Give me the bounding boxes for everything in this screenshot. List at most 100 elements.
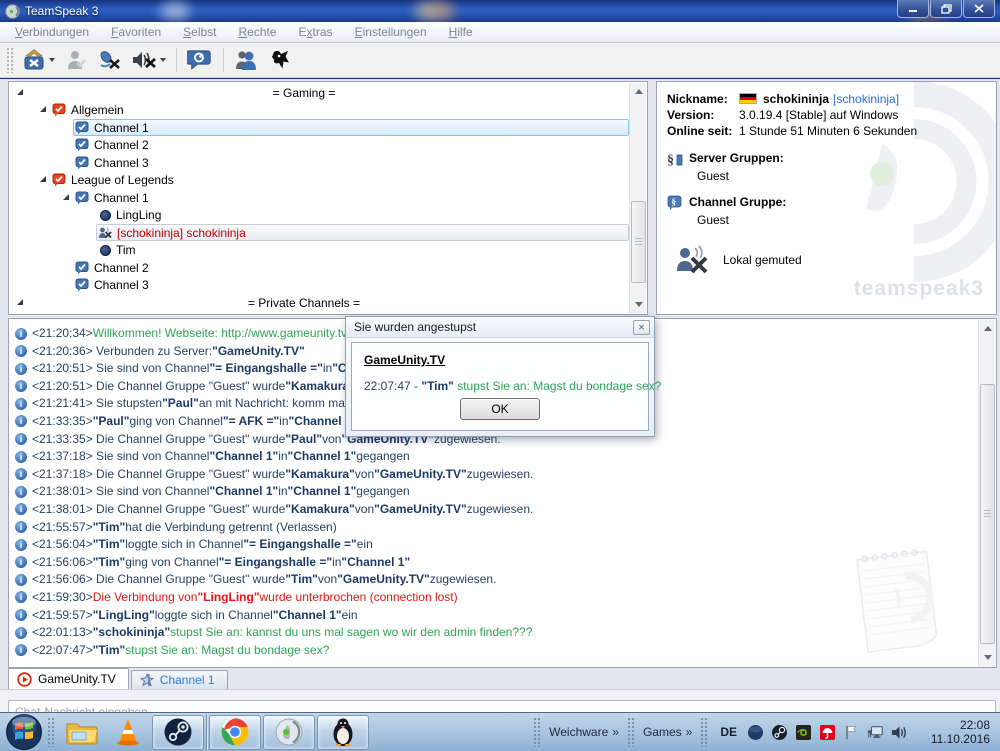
expand-arrow[interactable] (40, 106, 46, 112)
tray-sphere-icon[interactable] (747, 724, 764, 741)
tree-item[interactable]: Tim (96, 242, 629, 259)
chat-button[interactable] (183, 46, 217, 74)
menu-item-selbst[interactable]: Selbst (172, 23, 227, 41)
tree-item[interactable]: Allgemein (50, 102, 629, 119)
chat-segment: <21:38:01> Sie sind von Channel (32, 483, 209, 501)
scroll-down-arrow[interactable] (631, 297, 646, 312)
window-titlebar[interactable]: TeamSpeak 3 (0, 0, 1000, 22)
chat-scrollbar-thumb[interactable] (980, 384, 995, 644)
scroll-down-arrow[interactable] (980, 650, 995, 665)
taskbar-grip[interactable] (700, 717, 708, 747)
mute-speakers-button[interactable] (127, 47, 170, 73)
tray-volume-icon[interactable] (891, 724, 908, 741)
tree-item[interactable]: Channel 2 (73, 259, 629, 276)
chat-segment: "Channel 1" (209, 448, 278, 466)
disconnect-dropdown-caret[interactable] (49, 58, 55, 62)
tray-steam-icon[interactable] (771, 724, 788, 741)
taskbar-grip[interactable] (627, 717, 635, 747)
tree-item[interactable]: [schokininja] schokininja (96, 224, 629, 241)
client-row[interactable]: Tim (9, 242, 629, 260)
channel-row[interactable]: Channel 3 (9, 277, 629, 295)
channel-row[interactable]: League of Legends (9, 172, 629, 190)
menu-item-rechte[interactable]: Rechte (228, 23, 288, 41)
tree-item[interactable]: Channel 3 (73, 277, 629, 294)
taskbar-toolbar-games[interactable]: Games » (639, 725, 696, 739)
contacts-button[interactable] (230, 46, 264, 74)
plugin-button[interactable] (266, 46, 298, 74)
menu-item-einstellungen[interactable]: Einstellungen (344, 23, 438, 41)
taskbar-explorer-icon[interactable] (62, 715, 102, 749)
taskbar-penguin-button[interactable] (317, 715, 369, 750)
poke-dialog-close-icon[interactable]: ✕ (633, 320, 650, 335)
taskbar-chrome-button[interactable] (209, 715, 261, 750)
tree-item[interactable]: LingLing (96, 207, 629, 224)
taskbar-grip[interactable] (533, 717, 541, 747)
tray-network-icon[interactable] (867, 724, 884, 741)
channel-row[interactable]: Channel 2 (9, 137, 629, 155)
taskbar-teamspeak-button[interactable] (263, 715, 315, 750)
close-button[interactable] (963, 0, 995, 18)
tree-item[interactable]: Channel 2 (73, 137, 629, 154)
channel-row[interactable]: Channel 1 (9, 119, 629, 137)
poke-dialog[interactable]: Sie wurden angestupst ✕ GameUnity.TV 22:… (345, 316, 655, 437)
channel-row[interactable]: Allgemein (9, 102, 629, 120)
tab-server-gameunity[interactable]: GameUnity.TV (8, 668, 129, 689)
tree-item[interactable]: Channel 1 (73, 189, 629, 206)
expand-arrow[interactable] (63, 194, 69, 200)
tray-action-center-flag-icon[interactable] (843, 724, 860, 741)
toolbar-label[interactable]: Games (643, 725, 682, 739)
taskbar-vlc-icon[interactable] (108, 715, 148, 749)
client-row[interactable]: [schokininja] schokininja (9, 224, 629, 242)
tab-channel-1[interactable]: Channel 1 (131, 670, 228, 689)
chat-segment: "Paul" (285, 431, 322, 449)
mute-microphone-button[interactable] (93, 47, 125, 73)
taskbar-toolbar-weichware[interactable]: Weichware » (545, 725, 623, 739)
mute-speakers-dropdown-caret[interactable] (160, 58, 166, 62)
nickname-link[interactable]: [schokininja] (833, 92, 899, 107)
window-title: TeamSpeak 3 (25, 4, 98, 18)
scroll-up-arrow[interactable] (631, 84, 646, 99)
server-spacer-row[interactable]: = Private Channels = (9, 294, 629, 312)
client-row[interactable]: LingLing (9, 207, 629, 225)
tree-scrollbar[interactable] (629, 83, 646, 313)
menu-item-favoriten[interactable]: Favoriten (100, 23, 172, 41)
channel-row[interactable]: Channel 3 (9, 154, 629, 172)
tree-item[interactable]: League of Legends (50, 172, 629, 189)
ok-button[interactable]: OK (460, 398, 540, 420)
start-button[interactable] (5, 713, 43, 751)
toolbar-label[interactable]: Weichware (549, 725, 608, 739)
toolbar-grip[interactable] (6, 47, 13, 73)
channel-tree-panel[interactable]: = Gaming =AllgemeinChannel 1Channel 2Cha… (8, 81, 648, 315)
taskbar-grip[interactable] (47, 717, 55, 747)
chat-segment: in (278, 483, 287, 501)
tree-scrollbar-thumb[interactable] (631, 201, 646, 283)
poke-dialog-titlebar[interactable]: Sie wurden angestupst ✕ (346, 317, 654, 338)
server-spacer-row[interactable]: = Gaming = (9, 84, 629, 102)
chevron-icon[interactable]: » (612, 725, 619, 739)
minimize-button[interactable] (897, 0, 929, 18)
restore-button[interactable] (930, 0, 962, 18)
chevron-icon[interactable]: » (686, 725, 693, 739)
scroll-up-arrow[interactable] (980, 321, 995, 336)
tray-avira-icon[interactable] (819, 724, 836, 741)
chat-line: <21:38:01> Die Channel Gruppe "Guest" wu… (15, 501, 974, 519)
away-button[interactable] (61, 47, 91, 73)
menu-item-extras[interactable]: Extras (288, 23, 344, 41)
expand-arrow[interactable] (40, 176, 46, 182)
language-indicator[interactable]: DE (720, 725, 737, 739)
taskbar-steam-button[interactable] (152, 715, 204, 750)
tree-item[interactable]: Channel 1 (73, 119, 629, 136)
disconnect-button[interactable] (18, 46, 59, 74)
channel-row[interactable]: Channel 1 (9, 189, 629, 207)
chat-scrollbar[interactable] (978, 320, 995, 666)
chat-segment: "Tim" (285, 571, 318, 589)
menu-item-hilfe[interactable]: Hilfe (438, 23, 484, 41)
tray-nvidia-icon[interactable] (795, 724, 812, 741)
chat-segment: "Channel 1" (288, 483, 357, 501)
taskbar-clock[interactable]: 22:08 11.10.2016 (918, 718, 990, 746)
menu-item-verbindungen[interactable]: Verbindungen (4, 23, 100, 41)
tree-item[interactable]: Channel 3 (73, 154, 629, 171)
channel-row[interactable]: Channel 2 (9, 259, 629, 277)
plugin-icon (270, 48, 294, 72)
chat-segment: <21:33:35> (32, 413, 93, 431)
